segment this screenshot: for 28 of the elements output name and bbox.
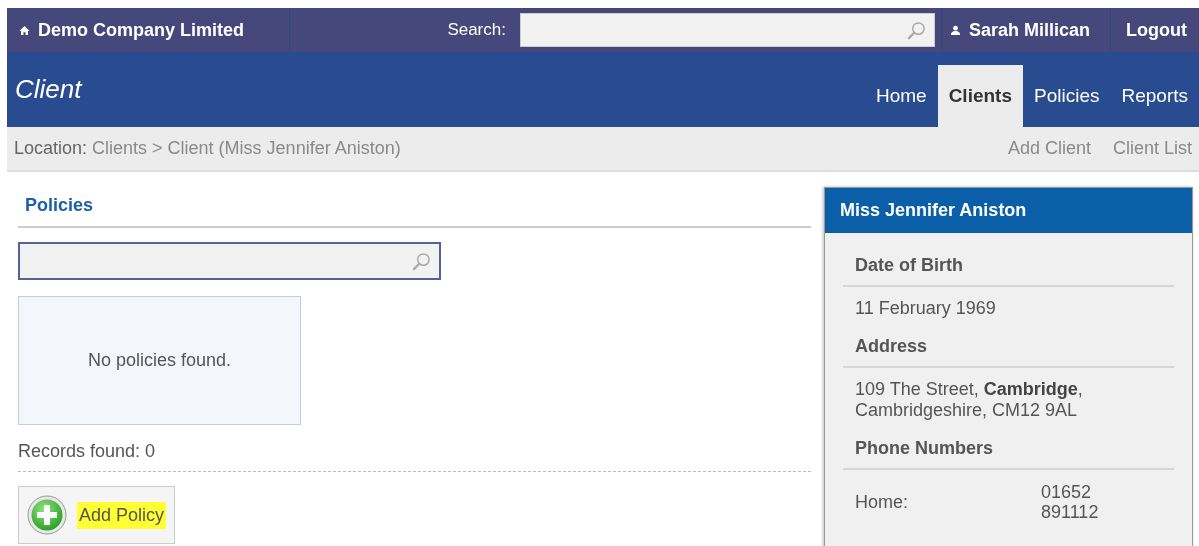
user-icon bbox=[949, 24, 961, 36]
home-icon bbox=[19, 24, 30, 36]
section-title: Policies bbox=[25, 195, 94, 215]
search-field[interactable] bbox=[18, 242, 441, 280]
field-value: 11 February 1969 bbox=[854, 297, 997, 320]
company-link[interactable]: Demo Company Limited bbox=[38, 19, 245, 41]
nav-tab[interactable]: Reports bbox=[1110, 65, 1199, 127]
nav-tab[interactable]: Clients bbox=[937, 65, 1023, 127]
user-link[interactable]: Sarah Millican bbox=[968, 19, 1090, 41]
breadcrumb: Location: Clients > Client (Miss Jennifer Aniston) bbox=[14, 138, 401, 159]
add-policy-button[interactable]: Add Policy bbox=[18, 486, 176, 544]
field-label: Date of Birth bbox=[843, 241, 1174, 287]
logout-link[interactable]: Logout bbox=[1111, 8, 1199, 52]
plus-icon bbox=[27, 495, 67, 535]
nav-tab[interactable]: Home bbox=[864, 65, 938, 127]
records-count: Records found: 0 bbox=[18, 441, 156, 461]
field-label: Address bbox=[843, 321, 1174, 368]
field-label: Phone Numbers bbox=[843, 423, 1174, 470]
phone-label: Home: bbox=[855, 491, 909, 513]
nav-tab[interactable]: Policies bbox=[1023, 65, 1111, 127]
page-title: Client bbox=[14, 74, 82, 105]
search-icon bbox=[412, 251, 431, 271]
search-icon bbox=[906, 20, 926, 40]
phone-number: 01652 891112 bbox=[1041, 481, 1099, 524]
client-name: Miss Jennifer Aniston bbox=[840, 200, 1027, 220]
empty-message: No policies found. bbox=[87, 350, 232, 371]
field-value: 109 The Street, Cambridge, Cambridgeshire, CM12 9AL bbox=[854, 377, 1084, 423]
search-label: Search: bbox=[447, 20, 506, 40]
